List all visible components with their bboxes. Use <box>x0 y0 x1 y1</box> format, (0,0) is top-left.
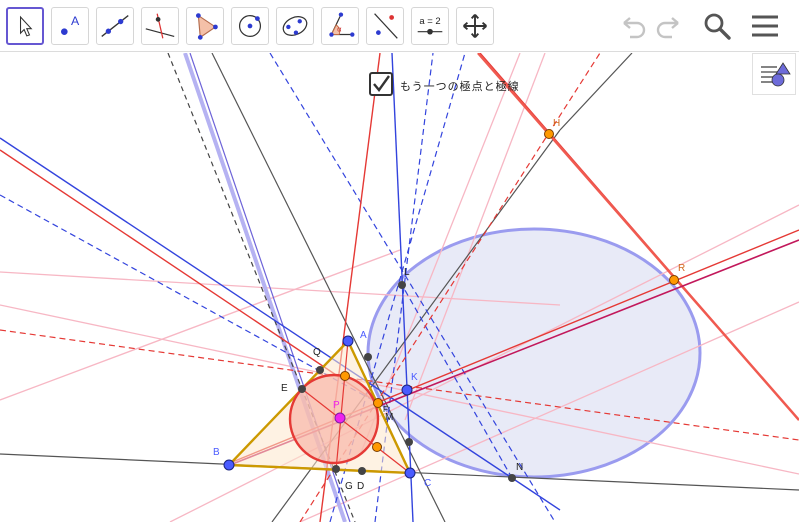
perpendicular-line-icon <box>145 13 175 39</box>
point-H[interactable] <box>544 129 554 139</box>
point-D[interactable] <box>358 467 366 475</box>
slider-tool-label: a = 2 <box>419 16 440 27</box>
graphics-view[interactable]: A B C K P L N E Q G D M F H R <box>0 53 799 522</box>
arrow-cursor-icon <box>19 15 33 37</box>
label-Q: Q <box>313 347 321 358</box>
undo-icon <box>623 17 646 39</box>
undo-button[interactable] <box>616 10 650 42</box>
search-button[interactable] <box>700 10 734 42</box>
point-E[interactable] <box>298 385 306 393</box>
polygon-tool-button[interactable] <box>186 7 224 45</box>
extra-pole-polar-checkbox[interactable] <box>369 72 393 96</box>
redo-icon <box>656 17 679 39</box>
point-L[interactable] <box>398 281 406 289</box>
slider-tool-button[interactable]: a = 2 <box>411 7 449 45</box>
angle-tool-label: α <box>337 25 342 34</box>
angle-tool-button[interactable]: α <box>321 7 359 45</box>
ellipse-conic <box>366 227 702 479</box>
label-F: F <box>383 405 388 414</box>
point-tool-button[interactable]: A <box>51 7 89 45</box>
style-bar-toggle-button[interactable] <box>752 53 796 95</box>
move-graphics-view-tool-button[interactable] <box>456 7 494 45</box>
label-R: R <box>678 263 685 274</box>
reflect-tool-button[interactable] <box>366 7 404 45</box>
point-M[interactable] <box>373 398 383 408</box>
polygon-icon <box>196 13 218 40</box>
label-C: C <box>424 478 431 489</box>
point-G[interactable] <box>332 465 340 473</box>
label-G: G <box>345 481 353 492</box>
point-N[interactable] <box>508 474 516 482</box>
label-K: K <box>411 372 418 383</box>
move-tool-button[interactable] <box>6 7 44 45</box>
conic-tool-button[interactable] <box>276 7 314 45</box>
redo-button[interactable] <box>652 10 686 42</box>
conic-icon <box>282 16 308 36</box>
point-unnamed-2[interactable] <box>405 438 413 446</box>
point-K[interactable] <box>401 384 413 396</box>
geometry-construction: A B C K P L N E Q G D M F H R <box>0 53 799 522</box>
menu-icon <box>752 15 778 37</box>
label-N: N <box>516 462 523 473</box>
point-C[interactable] <box>404 467 416 479</box>
label-L: L <box>404 267 410 278</box>
extra-pole-polar-checkbox-label: もう一つの極点と極線 <box>400 81 520 93</box>
search-icon <box>704 13 731 40</box>
point-tool-label: A <box>71 14 80 28</box>
pan-arrows-icon <box>463 14 487 38</box>
point-unnamed-orange[interactable] <box>372 442 382 452</box>
label-E: E <box>281 383 288 394</box>
slider-icon: a = 2 <box>417 16 443 35</box>
checkmark-icon <box>373 75 390 92</box>
reflect-icon <box>374 13 398 39</box>
label-H: H <box>553 118 560 129</box>
label-P: P <box>333 400 340 411</box>
point-unnamed-1[interactable] <box>364 353 372 361</box>
point-Q[interactable] <box>316 366 324 374</box>
angle-icon: α <box>329 12 355 37</box>
label-A: A <box>360 330 367 341</box>
perpendicular-line-tool-button[interactable] <box>141 7 179 45</box>
point-F[interactable] <box>340 371 350 381</box>
style-bar-icon <box>761 62 791 87</box>
label-B: B <box>213 447 220 458</box>
toolbar: A α a = 2 <box>0 0 799 52</box>
line-through-points-icon <box>101 15 129 37</box>
point-A[interactable] <box>342 335 354 347</box>
point-B[interactable] <box>223 459 235 471</box>
line-tool-button[interactable] <box>96 7 134 45</box>
circle-center-tool-button[interactable] <box>231 7 269 45</box>
main-menu-button[interactable] <box>748 10 782 42</box>
point-icon: A <box>61 14 80 35</box>
point-P[interactable] <box>334 412 346 424</box>
point-R[interactable] <box>669 275 679 285</box>
circle-center-icon <box>238 14 262 38</box>
label-D: D <box>357 481 364 492</box>
